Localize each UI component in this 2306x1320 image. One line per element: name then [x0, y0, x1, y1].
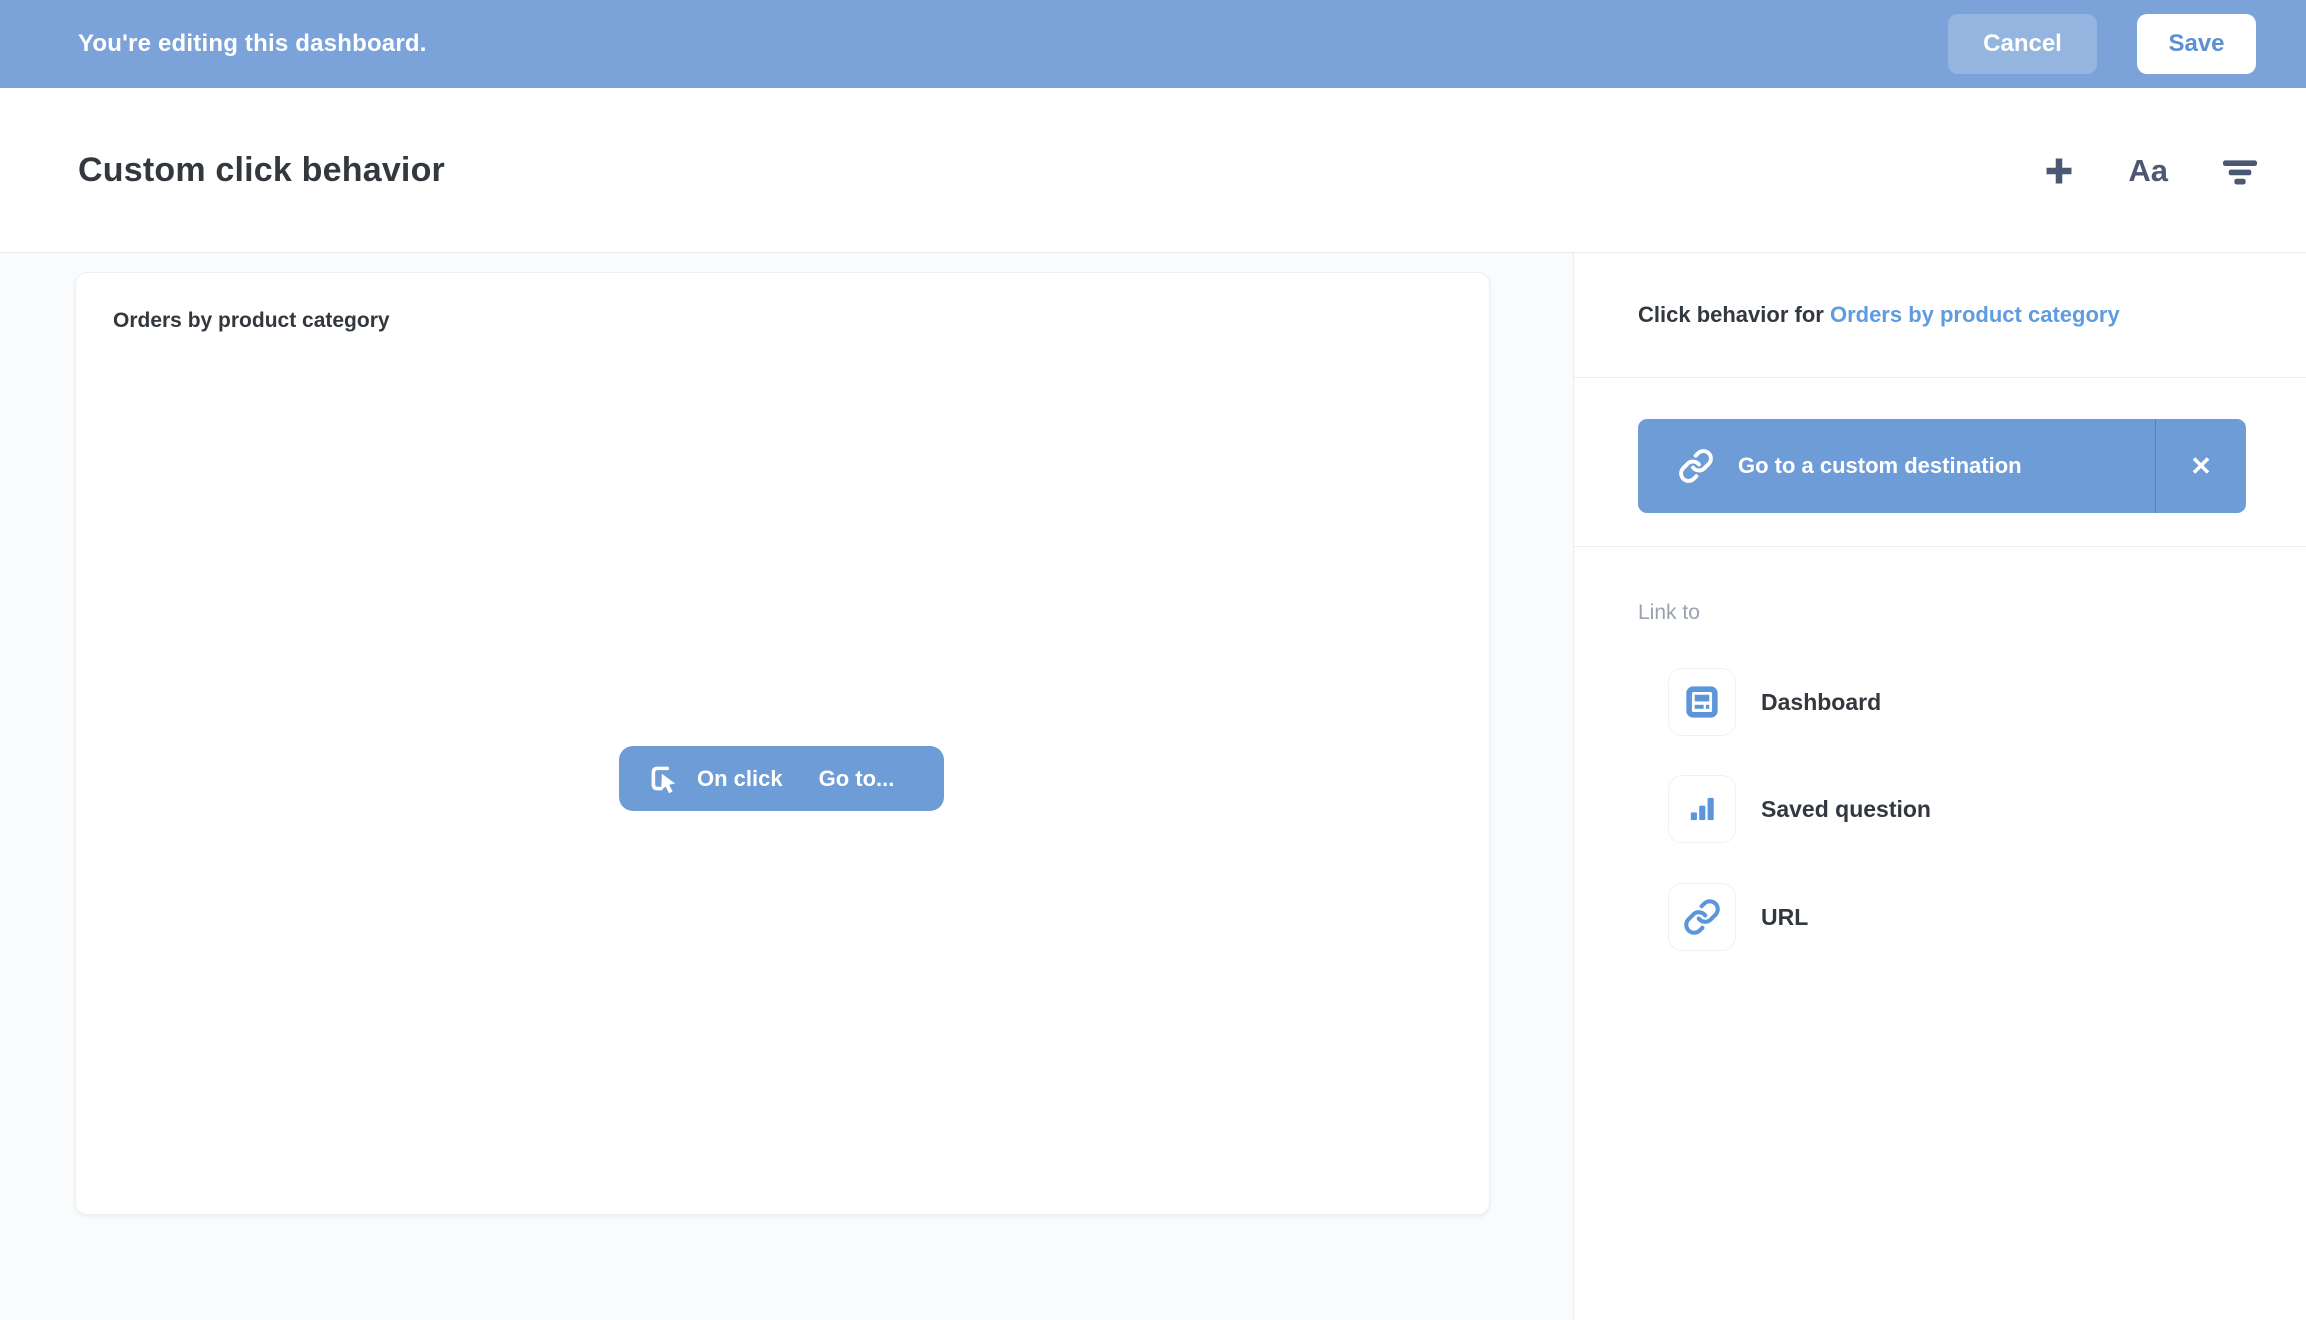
go-to-label: Go to... [818, 765, 895, 791]
cancel-button[interactable]: Cancel [1948, 14, 2097, 74]
dashboard-icon [1668, 668, 1736, 736]
dashboard-canvas: Orders by product category On click Go t… [0, 253, 1573, 1320]
link-icon [1679, 449, 1713, 483]
dashboard-card[interactable]: Orders by product category On click Go t… [75, 272, 1490, 1215]
text-options-icon[interactable]: Aa [2128, 153, 2168, 189]
on-click-label: On click [697, 765, 783, 791]
save-button[interactable]: Save [2137, 14, 2256, 74]
card-name-link[interactable]: Orders by product category [1830, 302, 2120, 327]
link-icon [1668, 883, 1736, 951]
link-to-url-label: URL [1761, 903, 1809, 930]
link-to-section-label: Link to [1638, 601, 1700, 624]
add-card-plus-icon[interactable] [2042, 154, 2076, 188]
on-click-behavior-button[interactable]: On click Go to... [619, 746, 944, 811]
destination-section: Go to a custom destination ✕ [1574, 378, 2306, 547]
dashboard-toolbar: Aa [2042, 88, 2260, 253]
edit-mode-message: You're editing this dashboard. [78, 30, 427, 57]
dashboard-header: Custom click behavior Aa [0, 88, 2306, 253]
sidebar-header-text: Click behavior for Orders by product cat… [1638, 302, 2120, 328]
bar-chart-icon [1668, 775, 1736, 843]
sidebar-header: Click behavior for Orders by product cat… [1574, 253, 2306, 378]
link-to-dashboard-option[interactable]: Dashboard [1574, 668, 2306, 736]
card-title: Orders by product category [113, 309, 390, 332]
link-to-saved-question-option[interactable]: Saved question [1574, 775, 2306, 843]
link-to-url-option[interactable]: URL [1574, 883, 2306, 951]
custom-destination-button[interactable]: Go to a custom destination ✕ [1638, 419, 2246, 513]
custom-destination-label: Go to a custom destination [1738, 453, 2022, 478]
sidebar-header-prefix: Click behavior for [1638, 302, 1830, 327]
link-to-dashboard-label: Dashboard [1761, 688, 1882, 715]
filter-icon[interactable] [2220, 154, 2260, 188]
banner-actions: Cancel Save [1948, 14, 2256, 74]
close-icon[interactable]: ✕ [2155, 419, 2246, 513]
cursor-click-icon [651, 766, 676, 793]
dashboard-title: Custom click behavior [78, 150, 445, 189]
edit-mode-banner: You're editing this dashboard. Cancel Sa… [0, 0, 2306, 88]
link-to-saved-question-label: Saved question [1761, 795, 1931, 822]
click-behavior-sidebar: Click behavior for Orders by product cat… [1573, 253, 2306, 1320]
